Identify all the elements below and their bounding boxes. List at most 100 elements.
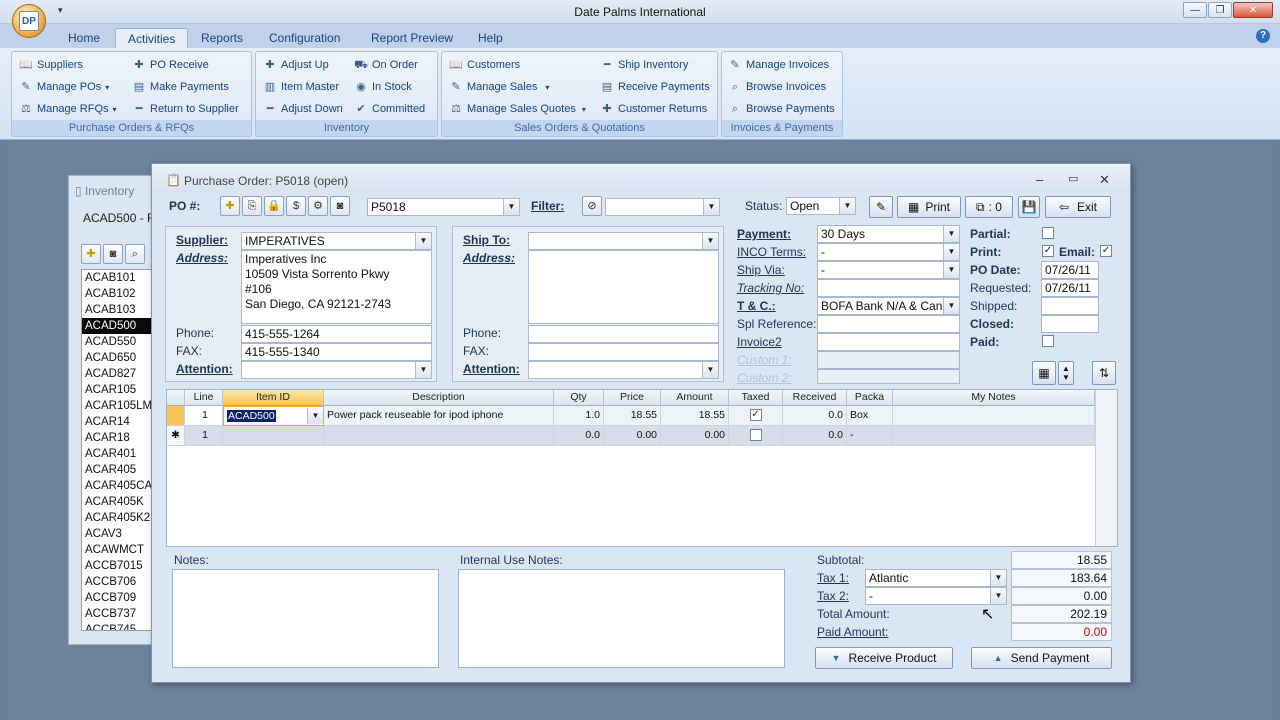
col-description[interactable]: Description: [324, 390, 554, 406]
tracking-field[interactable]: [817, 279, 960, 297]
spl-reference-field[interactable]: [817, 315, 960, 333]
col-line[interactable]: Line: [185, 390, 223, 406]
cell-item-id[interactable]: [223, 426, 324, 446]
supplier-phone-field[interactable]: 415-555-1264: [241, 325, 432, 343]
manage-sales-button[interactable]: ✎ Manage Sales ▾: [449, 78, 549, 96]
cell-amount[interactable]: 18.55: [661, 406, 729, 426]
supplier-fax-field[interactable]: 415-555-1340: [241, 343, 432, 361]
cell-line[interactable]: 1: [185, 406, 223, 426]
notes-textarea[interactable]: [172, 569, 439, 668]
in-stock-button[interactable]: ◉ In Stock: [354, 78, 412, 96]
inventory-list-item[interactable]: ACAV3: [82, 526, 158, 542]
po-receive-button[interactable]: ✚ PO Receive: [132, 56, 208, 74]
inco-terms-select[interactable]: - ▼: [817, 243, 960, 261]
edit-pencil-button[interactable]: ✎: [869, 196, 893, 218]
browse-invoices-button[interactable]: ⌕ Browse Invoices: [728, 78, 826, 96]
copies-button[interactable]: ⧉: 0: [965, 196, 1013, 218]
ship-inventory-button[interactable]: ━ Ship Inventory: [600, 56, 689, 74]
paid-checkbox[interactable]: [1042, 335, 1054, 347]
row-selector[interactable]: [167, 406, 185, 426]
quick-access-dropdown-icon[interactable]: ▾: [58, 5, 63, 16]
return-to-supplier-button[interactable]: ━ Return to Supplier: [132, 100, 239, 118]
move-rows-button[interactable]: ▲ ▼: [1058, 361, 1074, 385]
inventory-list-item[interactable]: ACAB102: [82, 286, 158, 302]
inventory-list-item[interactable]: ACAD500: [82, 318, 158, 334]
basket-icon[interactable]: ◙: [103, 244, 123, 264]
partial-checkbox[interactable]: [1042, 227, 1054, 239]
shipto-attention-select[interactable]: ▼: [528, 361, 719, 379]
customer-returns-button[interactable]: ✚ Customer Returns: [600, 100, 707, 118]
supplier-attention-select[interactable]: ▼: [241, 361, 432, 379]
po-maximize-button[interactable]: ▭: [1068, 172, 1078, 185]
supplier-label[interactable]: Supplier:: [176, 233, 228, 247]
shipto-select[interactable]: ▼: [528, 232, 719, 250]
inventory-window[interactable]: ▯ Inventory ACAD500 - F ✚ ◙ ⌕ ACAB101 ACAB1…: [68, 175, 159, 645]
add-icon[interactable]: ✚: [81, 244, 101, 264]
dollar-icon[interactable]: $: [286, 196, 306, 216]
grid-scrollbar[interactable]: [1095, 390, 1117, 546]
custom2-field[interactable]: [817, 369, 960, 384]
receive-product-button[interactable]: ▼ Receive Product: [815, 647, 953, 669]
inventory-list-item[interactable]: ACCB706: [82, 574, 158, 590]
tab-help[interactable]: Help: [466, 28, 515, 48]
supplier-attention-label[interactable]: Attention:: [176, 362, 233, 376]
inventory-list-item[interactable]: ACCB7015: [82, 558, 158, 574]
po-minimize-button[interactable]: –: [1036, 172, 1043, 187]
cell-amount[interactable]: 0.00: [661, 426, 729, 446]
po-number-select[interactable]: P5018 ▼: [367, 198, 520, 216]
inventory-list-item[interactable]: ACAR401: [82, 446, 158, 462]
supplier-select[interactable]: IMPERATIVES ▼: [241, 232, 432, 250]
basket-icon[interactable]: ◙: [330, 196, 350, 216]
customers-button[interactable]: 📖 Customers: [449, 56, 520, 74]
paid-amount-label[interactable]: Paid Amount:: [817, 625, 888, 639]
cell-package[interactable]: Box: [847, 406, 893, 426]
committed-button[interactable]: ✔ Committed: [354, 100, 425, 118]
col-my-notes[interactable]: My Notes: [893, 390, 1095, 406]
tab-home[interactable]: Home: [56, 28, 112, 48]
inco-terms-label[interactable]: INCO Terms:: [737, 245, 806, 259]
adjust-down-button[interactable]: ━ Adjust Down: [263, 100, 343, 118]
browse-payments-button[interactable]: ⌕ Browse Payments: [728, 100, 835, 118]
inventory-list-item[interactable]: ACCB745: [82, 622, 158, 630]
cell-description[interactable]: Power pack reuseable for ipod iphone: [324, 406, 554, 426]
col-taxed[interactable]: Taxed: [729, 390, 783, 406]
col-amount[interactable]: Amount: [661, 390, 729, 406]
receive-payments-button[interactable]: ▤ Receive Payments: [600, 78, 710, 96]
invoice2-label[interactable]: Invoice2: [737, 335, 782, 349]
item-master-button[interactable]: ▥ Item Master: [263, 78, 339, 96]
tax1-label[interactable]: Tax 1:: [817, 571, 849, 585]
tab-configuration[interactable]: Configuration: [257, 28, 352, 48]
on-order-button[interactable]: ⛟ On Order: [354, 56, 418, 74]
inventory-list-item[interactable]: ACAR105LM: [82, 398, 158, 414]
inventory-list-item[interactable]: ACCB737: [82, 606, 158, 622]
cell-taxed[interactable]: [729, 426, 783, 446]
inventory-list-item[interactable]: ACAWMCT: [82, 542, 158, 558]
purchase-order-window[interactable]: 📋 Purchase Order: P5018 (open) – ▭ ✕ PO …: [151, 163, 1131, 683]
inventory-list-item[interactable]: ACAD827: [82, 366, 158, 382]
tab-activities[interactable]: Activities: [115, 28, 189, 48]
shipped-field[interactable]: [1041, 297, 1099, 315]
exit-button[interactable]: ⇦ Exit: [1045, 196, 1111, 218]
cell-qty[interactable]: 1.0: [554, 406, 604, 426]
manage-invoices-button[interactable]: ✎ Manage Invoices: [728, 56, 829, 74]
po-date-field[interactable]: 07/26/11: [1041, 261, 1099, 279]
inventory-list-item[interactable]: ACAR405CA: [82, 478, 158, 494]
cell-price[interactable]: 18.55: [604, 406, 661, 426]
inventory-list-item[interactable]: ACAR405: [82, 462, 158, 478]
email-checkbox[interactable]: ✓: [1100, 245, 1112, 257]
status-select[interactable]: Open ▼: [786, 197, 856, 215]
shipto-label[interactable]: Ship To:: [463, 233, 510, 247]
help-icon[interactable]: ?: [1256, 29, 1270, 43]
cell-price[interactable]: 0.00: [604, 426, 661, 446]
closed-field[interactable]: [1041, 315, 1099, 333]
col-qty[interactable]: Qty: [554, 390, 604, 406]
custom1-field[interactable]: [817, 351, 960, 369]
inventory-list-item[interactable]: ACAR105: [82, 382, 158, 398]
adjust-up-button[interactable]: ✚ Adjust Up: [263, 56, 328, 74]
inventory-list-item[interactable]: ACAR14: [82, 414, 158, 430]
cell-package[interactable]: -: [847, 426, 893, 446]
inventory-list-item[interactable]: ACAD550: [82, 334, 158, 350]
col-package[interactable]: Packa: [847, 390, 893, 406]
inventory-list-item[interactable]: ACAD650: [82, 350, 158, 366]
tab-report-preview[interactable]: Report Preview: [359, 28, 465, 48]
